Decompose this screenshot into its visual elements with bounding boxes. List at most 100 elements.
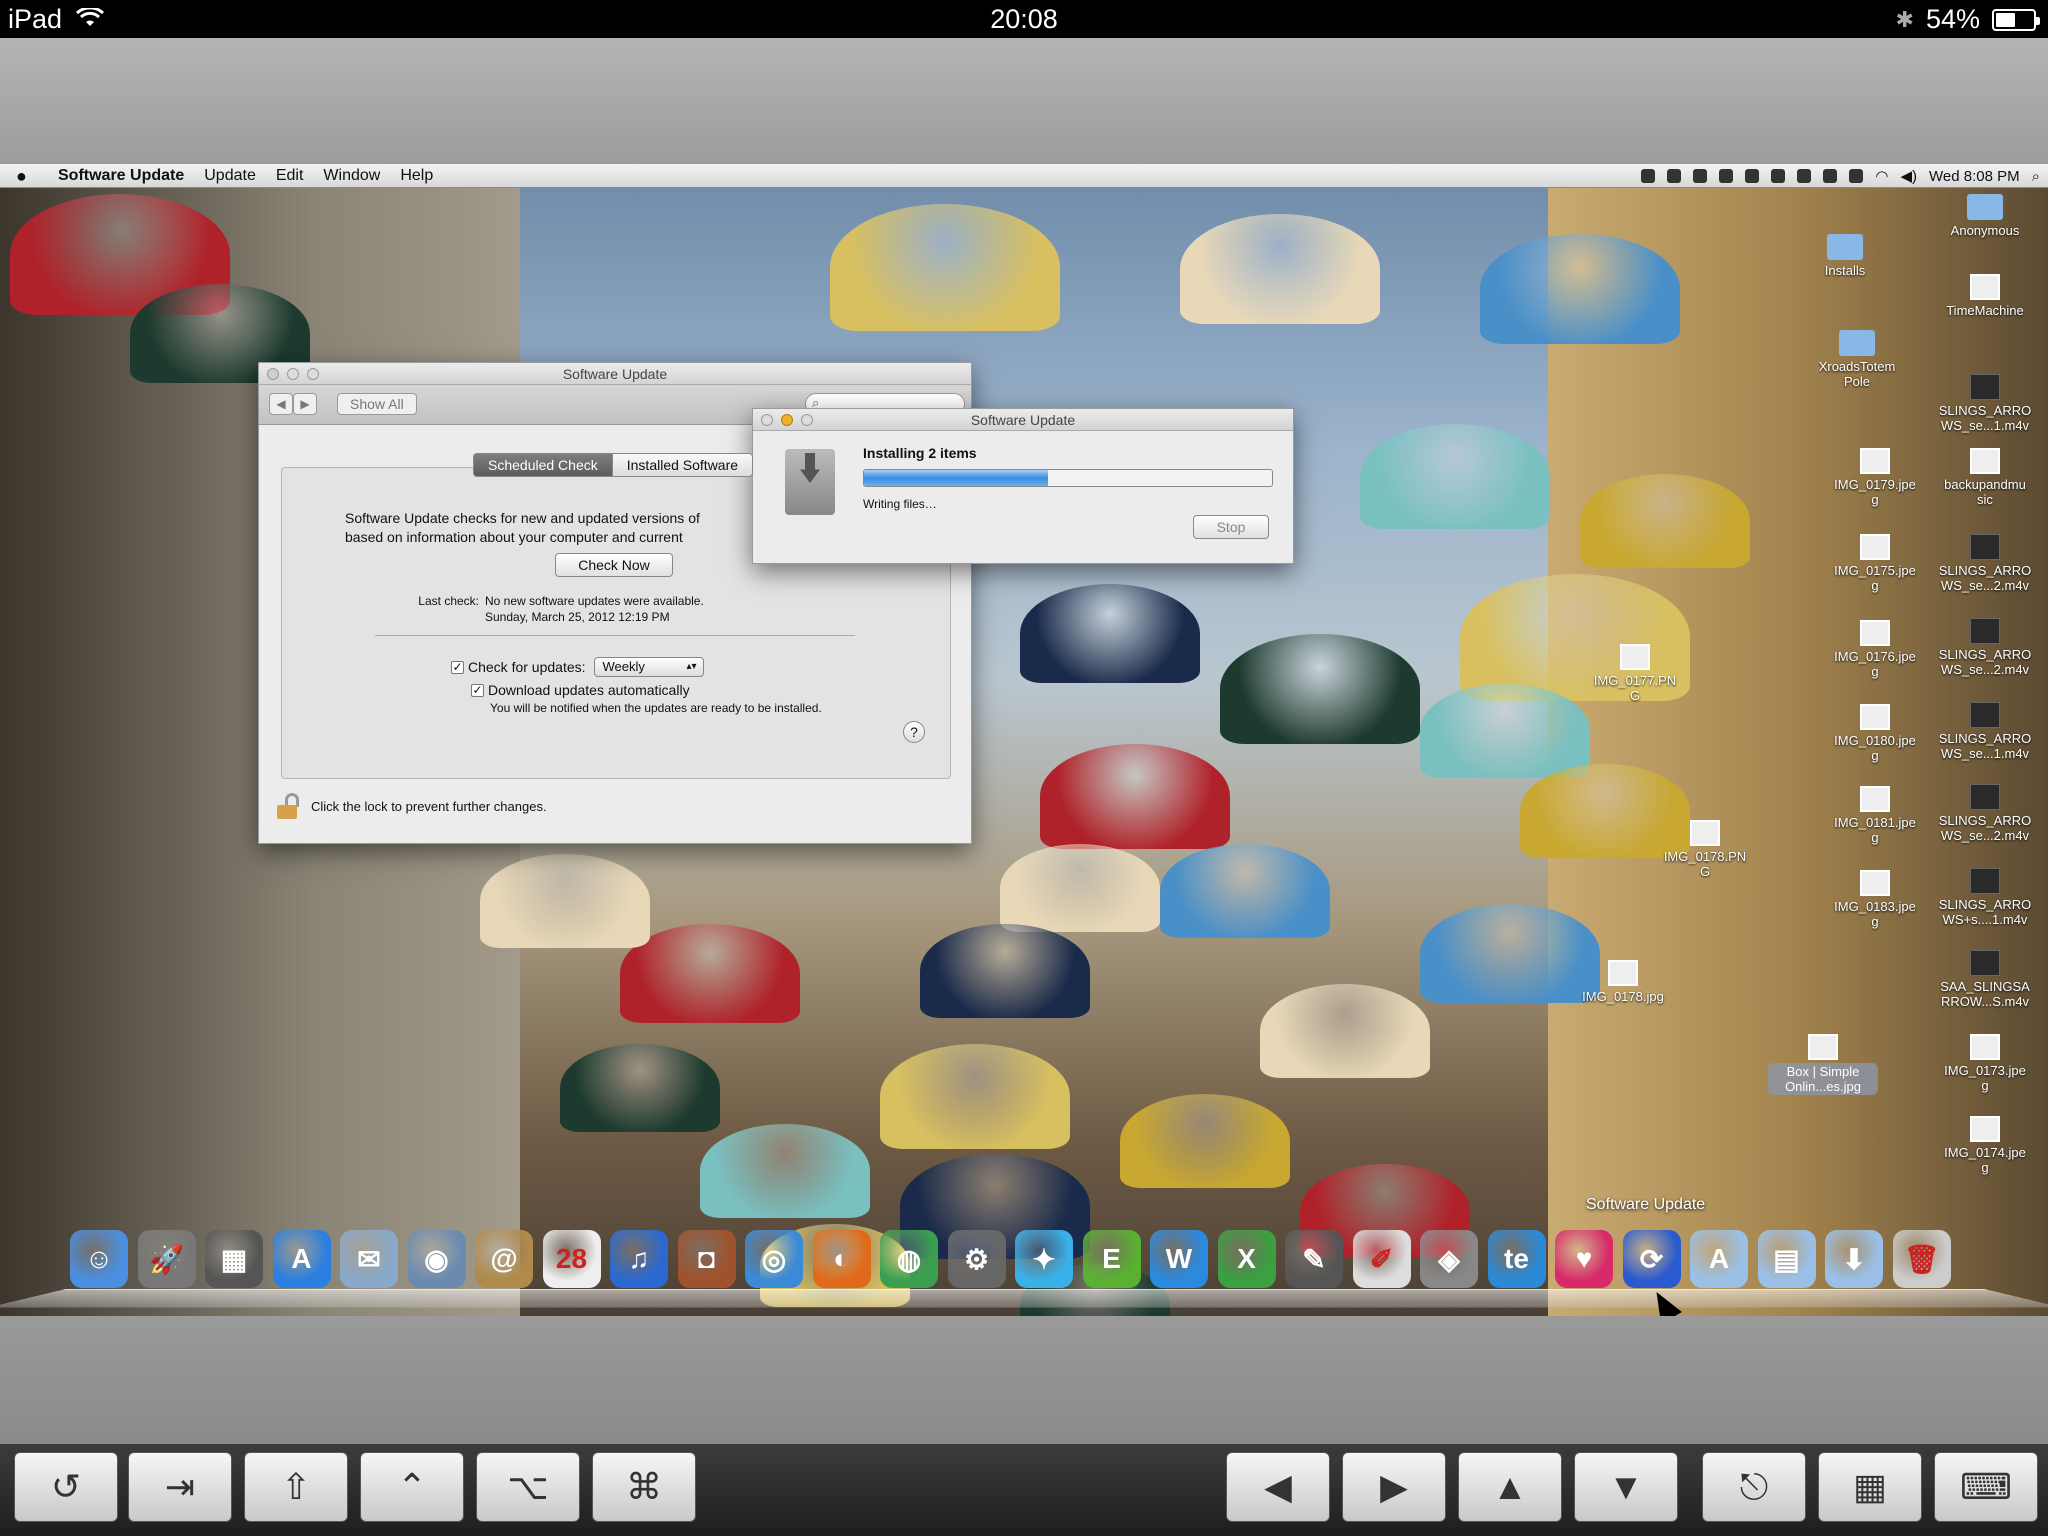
menu-app-name[interactable]: Software Update <box>48 164 194 188</box>
system-preferences-icon[interactable]: ⚙ <box>947 1230 1006 1288</box>
sync-icon[interactable] <box>1797 169 1812 183</box>
desktop-icon[interactable]: backupandmu sic <box>1930 448 2040 507</box>
chrome-icon[interactable]: ◍ <box>880 1230 938 1288</box>
install-titlebar[interactable]: Software Update <box>753 409 1293 431</box>
desktop-icon[interactable]: TimeMachine <box>1930 274 2040 318</box>
menu-window[interactable]: Window <box>313 164 390 188</box>
show-all-button[interactable]: Show All <box>337 393 417 415</box>
keyboard-key[interactable]: ⌨ <box>1934 1452 2038 1522</box>
mail-icon[interactable]: ✉ <box>340 1230 398 1288</box>
menu-help[interactable]: Help <box>390 164 443 188</box>
software-update-icon[interactable]: ⟳ <box>1622 1230 1681 1288</box>
frequency-select[interactable]: Weekly ▴▾ <box>593 657 704 677</box>
time-machine-icon[interactable] <box>1823 169 1838 183</box>
bluetooth-icon[interactable] <box>1849 169 1864 183</box>
arrow-up-key[interactable]: ▲ <box>1458 1452 1562 1522</box>
photo-booth-icon[interactable]: ◘ <box>677 1230 736 1288</box>
finder-icon[interactable]: ☺ <box>70 1230 128 1288</box>
shift-key[interactable]: ⇧ <box>244 1452 348 1522</box>
desktop-icon[interactable]: SLINGS_ARRO WS_se...2.m4v <box>1930 534 2040 593</box>
desktop-icon[interactable]: SLINGS_ARRO WS_se...2.m4v <box>1930 618 2040 677</box>
desktop-icon[interactable]: XroadsTotem Pole <box>1802 330 1912 389</box>
apple-menu-icon[interactable]: ● <box>16 166 38 186</box>
lock-icon[interactable] <box>277 793 299 819</box>
zoom-button[interactable] <box>801 414 813 426</box>
menu-extra-icon[interactable] <box>1771 169 1786 183</box>
grid-key[interactable]: ▦ <box>1818 1452 1922 1522</box>
image-capture-icon[interactable]: ▦ <box>205 1230 263 1288</box>
network-utility-icon[interactable]: ◈ <box>1420 1230 1478 1288</box>
desktop-icon[interactable]: IMG_0178.jpg <box>1568 960 1678 1004</box>
tab-key[interactable]: ⇥ <box>128 1452 232 1522</box>
menu-extra-icon[interactable] <box>1745 169 1760 183</box>
command-key[interactable]: ⌘ <box>592 1452 696 1522</box>
quill-icon[interactable]: ✎ <box>1285 1230 1343 1288</box>
close-button[interactable] <box>267 368 279 380</box>
tab-scheduled-check[interactable]: Scheduled Check <box>473 453 613 477</box>
share-key[interactable]: ⎋ <box>1702 1452 1806 1522</box>
desktop-icon[interactable]: SLINGS_ARRO WS_se...1.m4v <box>1930 702 2040 761</box>
volume-icon[interactable]: ◀) <box>1900 167 1917 185</box>
safari-icon[interactable]: ◎ <box>745 1230 803 1288</box>
word-icon[interactable]: W <box>1150 1230 1208 1288</box>
trash-icon[interactable]: 🗑 <box>1892 1230 1951 1288</box>
desktop-icon[interactable]: IMG_0179.jpe g <box>1820 448 1930 507</box>
stop-button[interactable]: Stop <box>1193 515 1269 539</box>
check-for-updates-checkbox[interactable]: ✓ <box>451 660 464 674</box>
download-auto-checkbox[interactable]: ✓ <box>471 683 484 697</box>
help-button[interactable]: ? <box>903 721 925 743</box>
headphones-icon[interactable] <box>1667 169 1682 183</box>
arrow-right-key[interactable]: ▶ <box>1342 1452 1446 1522</box>
desktop-icon[interactable]: Anonymous <box>1930 194 2040 238</box>
desktop-icon[interactable]: IMG_0175.jpe g <box>1820 534 1930 593</box>
menu-update[interactable]: Update <box>194 164 266 188</box>
heart-app-icon[interactable]: ♥ <box>1555 1230 1613 1288</box>
desktop-icon[interactable]: IMG_0176.jpe g <box>1820 620 1930 679</box>
back-button[interactable]: ◀ <box>269 393 293 415</box>
desktop-icon[interactable]: SLINGS_ARRO WS_se...1.m4v <box>1930 374 2040 433</box>
control-key[interactable]: ⌃ <box>360 1452 464 1522</box>
tab-installed-software[interactable]: Installed Software <box>612 453 754 477</box>
desktop-icon[interactable]: IMG_0183.jpe g <box>1820 870 1930 929</box>
desktop-icon[interactable]: IMG_0173.jpe g <box>1930 1034 2040 1093</box>
evernote-icon[interactable]: E <box>1082 1230 1141 1288</box>
app-store-icon[interactable]: A <box>272 1230 331 1288</box>
desktop-icon[interactable]: SAA_SLINGSA RROW...S.m4v <box>1930 950 2040 1009</box>
excel-icon[interactable]: X <box>1217 1230 1276 1288</box>
desktop-icon[interactable]: IMG_0181.jpe g <box>1820 786 1930 845</box>
spotlight-icon[interactable]: ⌕ <box>2032 168 2040 185</box>
desktop-icon[interactable]: Box | Simple Onlin...es.jpg <box>1768 1034 1878 1095</box>
minimize-button[interactable] <box>287 368 299 380</box>
zoom-button[interactable] <box>307 368 319 380</box>
forward-button[interactable]: ▶ <box>293 393 317 415</box>
desktop-icon[interactable]: IMG_0177.PN G <box>1580 644 1690 703</box>
desktop-icon[interactable]: SLINGS_ARRO WS+s....1.m4v <box>1930 868 2040 927</box>
twitter-icon[interactable]: ✦ <box>1015 1230 1073 1288</box>
desktop-icon[interactable]: IMG_0174.jpe g <box>1930 1116 2040 1175</box>
textedit-icon[interactable]: ✐ <box>1352 1230 1411 1288</box>
desktop-icon[interactable]: SLINGS_ARRO WS_se...2.m4v <box>1930 784 2040 843</box>
downloads-folder-icon[interactable]: ⬇ <box>1825 1230 1883 1288</box>
remote-desktop[interactable]: ● Software Update Update Edit Window Hel… <box>0 164 2048 1316</box>
prefs-titlebar[interactable]: Software Update <box>259 363 971 385</box>
wifi-icon[interactable]: ◠ <box>1875 167 1888 185</box>
arrow-left-key[interactable]: ◀ <box>1226 1452 1330 1522</box>
te-icon[interactable]: te <box>1487 1230 1546 1288</box>
menu-extra-icon[interactable] <box>1693 169 1708 183</box>
menu-clock[interactable]: Wed 8:08 PM <box>1929 168 2020 185</box>
menu-extra-icon[interactable] <box>1719 169 1734 183</box>
desktop-icon[interactable]: IMG_0178.PN G <box>1650 820 1760 879</box>
history-key[interactable]: ↺ <box>14 1452 118 1522</box>
close-button[interactable] <box>761 414 773 426</box>
applications-folder-icon[interactable]: A <box>1690 1230 1748 1288</box>
arrow-down-key[interactable]: ▼ <box>1574 1452 1678 1522</box>
desktop-icon[interactable]: IMG_0180.jpe g <box>1820 704 1930 763</box>
address-book-icon[interactable]: @ <box>475 1230 533 1288</box>
launchpad-icon[interactable]: 🚀 <box>137 1230 196 1288</box>
firefox-icon[interactable]: ◐ <box>812 1230 871 1288</box>
minimize-button[interactable] <box>781 414 793 426</box>
menu-edit[interactable]: Edit <box>266 164 314 188</box>
calendar-icon[interactable]: 28 <box>542 1230 601 1288</box>
check-now-button[interactable]: Check Now <box>555 553 673 577</box>
preview-icon[interactable]: ◉ <box>407 1230 466 1288</box>
